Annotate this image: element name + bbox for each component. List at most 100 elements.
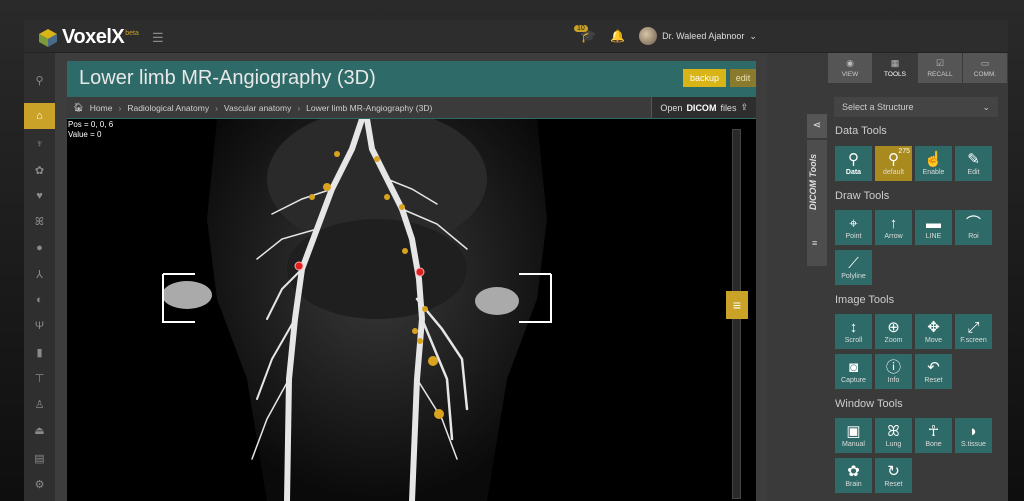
tab-view[interactable]: ◉ VIEW [828, 53, 872, 83]
stomach-icon[interactable]: ◐ [24, 287, 55, 313]
slice-scroll-handle[interactable]: ≡ [726, 291, 748, 319]
lung-window-button[interactable]: ꕤ Lung [875, 418, 912, 453]
manual-icon: ▣ [846, 423, 861, 440]
avatar [639, 27, 658, 45]
left-sidebar: ⚲ ⌂ ♆ ✿ ♥ ꕤ ● ⅄ ◐ Ψ ▮ ⊤ ♙ ⏏ ▤ ⚙ [24, 53, 55, 501]
dicom-bold: DICOM [686, 102, 717, 113]
tab-comm[interactable]: ▭ COMM. [963, 53, 1007, 83]
page-title: Lower limb MR-Angiography (3D) [79, 67, 376, 89]
dicom-tools-label: DICOM Tools [808, 153, 818, 210]
dicom-prefix: Open [660, 102, 683, 113]
uterus-icon[interactable]: Ψ [24, 313, 55, 339]
lung-icon[interactable]: ꕤ [24, 209, 55, 235]
roi-tool-button[interactable]: ⌒ Roi [955, 210, 992, 245]
zoom-tool-button[interactable]: ⊕ Zoom [875, 314, 912, 349]
fullscreen-tool-button[interactable]: ⤢ F.screen [955, 314, 992, 349]
top-bar: VoxelX beta ☰ 10 🎓 🔔 Dr. Waleed Ajabnoor … [24, 20, 1008, 53]
bone-window-button[interactable]: ☥ Bone [915, 418, 952, 453]
chevron-down-icon: ⌄ [982, 101, 990, 112]
breadcrumb-home[interactable]: Home [90, 103, 113, 113]
info-icon: ⓘ [885, 359, 901, 376]
eye-icon: ◉ [846, 58, 854, 68]
window-tools-title: Window Tools [835, 398, 903, 410]
line-tool-button[interactable]: ▬ LINE [915, 210, 952, 245]
breadcrumb-current: Lower limb MR-Angiography (3D) [306, 102, 433, 113]
draw-tools-title: Draw Tools [835, 190, 890, 202]
map-pin-icon: ⚲ [848, 151, 859, 168]
share-icon[interactable]: ⋖ [807, 114, 827, 138]
reset-image-tool-button[interactable]: ↶ Reset [915, 354, 952, 389]
info-tool-button[interactable]: ⓘ Info [875, 354, 912, 389]
dicom-suffix: files [720, 102, 737, 113]
enable-tool-button[interactable]: ☝ Enable [915, 146, 952, 181]
pos-text: Pos = 0, 0, 6 [68, 120, 114, 129]
breadcrumb-vascular[interactable]: Vascular anatomy [224, 103, 291, 113]
structure-select[interactable]: Select a Structure ⌄ [834, 97, 998, 117]
dicom-tools-toggle[interactable]: DICOM Tools ≡ [807, 140, 827, 266]
edit-tool-button[interactable]: ✎ Edit [955, 146, 992, 181]
move-tool-button[interactable]: ✥ Move [915, 314, 952, 349]
main-panel: Lower limb MR-Angiography (3D) backup ed… [55, 53, 767, 501]
brain-icon[interactable]: ✿ [24, 157, 55, 183]
data-tool-button[interactable]: ⚲ Data [835, 146, 872, 181]
user-menu[interactable]: Dr. Waleed Ajabnoor ⌄ [639, 27, 757, 45]
chevron-right-icon: › [297, 102, 301, 113]
pelvis-icon[interactable]: ⅄ [24, 261, 55, 287]
capture-tool-button[interactable]: ◙ Capture [835, 354, 872, 389]
point-tool-button[interactable]: ⌖ Point [835, 210, 872, 245]
brain-window-button[interactable]: ✿ Brain [835, 458, 872, 493]
cube-logo-icon [39, 28, 57, 47]
backup-button[interactable]: backup [683, 69, 726, 87]
polyline-tool-button[interactable]: ⟋ Polyline [835, 250, 872, 285]
image-tools-title: Image Tools [835, 294, 895, 306]
case-content: Lower limb MR-Angiography (3D) backup ed… [67, 61, 756, 501]
crosshair-icon: ⌖ [849, 215, 858, 232]
brain-icon: ✿ [847, 463, 860, 480]
default-tool-button[interactable]: 275 ⚲ default [875, 146, 912, 181]
refresh-icon: ↻ [887, 463, 900, 480]
move-icon: ✥ [927, 319, 940, 336]
liver-icon[interactable]: ● [24, 235, 55, 261]
graduation-cap-icon[interactable]: 10 🎓 [574, 25, 596, 44]
search-icon[interactable]: ⚲ [24, 67, 55, 93]
tab-recall[interactable]: ☑ RECALL [918, 53, 962, 83]
list-icon[interactable]: ▤ [24, 445, 55, 471]
bell-icon[interactable]: 🔔 [610, 29, 625, 43]
heart-icon[interactable]: ♥ [24, 183, 55, 209]
edit-button[interactable]: edit [730, 69, 756, 87]
structure-select-placeholder: Select a Structure [842, 102, 914, 112]
skeleton-icon: ☥ [927, 423, 940, 440]
scroll-tool-button[interactable]: ↕ Scroll [835, 314, 872, 349]
hand-icon[interactable]: ⏏ [24, 417, 55, 443]
expand-icon: ⤢ [967, 319, 980, 336]
breadcrumb: 🏠︎ Home › Radiological Anatomy › Vascula… [67, 97, 756, 118]
app-logo[interactable]: VoxelX beta [38, 26, 139, 49]
curve-icon: ⌒ [965, 215, 981, 232]
grid-icon: ▦ [890, 58, 900, 68]
polyline-icon: ⟋ [848, 255, 859, 272]
undo-icon: ↶ [927, 359, 940, 376]
logo-text: VoxelX [62, 26, 125, 48]
zoom-in-icon: ⊕ [887, 319, 900, 336]
settings-icon[interactable]: ⚙ [24, 471, 55, 497]
breadcrumb-radiological[interactable]: Radiological Anatomy [127, 103, 209, 113]
hamburger-menu-icon[interactable]: ☰ [152, 30, 164, 46]
open-dicom-button[interactable]: Open DICOM files ⇪ [651, 97, 756, 118]
tooth-icon[interactable]: ♆ [24, 131, 55, 157]
home-icon[interactable]: ⌂ [24, 103, 55, 129]
arrow-tool-button[interactable]: ↑ Arrow [875, 210, 912, 245]
mushroom-icon[interactable]: ⊤ [24, 365, 55, 391]
reset-window-button[interactable]: ↻ Reset [875, 458, 912, 493]
pencil-icon: ✎ [967, 151, 980, 168]
angiography-image [162, 119, 552, 501]
figure-icon[interactable]: ♙ [24, 391, 55, 417]
manual-window-button[interactable]: ▣ Manual [835, 418, 872, 453]
tab-tools[interactable]: ▦ TOOLS [873, 53, 917, 83]
value-text: Value = 0 [68, 130, 102, 139]
spine-icon[interactable]: ▮ [24, 339, 55, 365]
chevron-right-icon: › [118, 102, 122, 113]
soft-tissue-window-button[interactable]: ◗ S.tissue [955, 418, 992, 453]
logo-sub: beta [125, 30, 139, 37]
camera-icon: ◙ [848, 359, 859, 376]
dicom-viewer[interactable]: Pos = 0, 0, 6 Value = 0 ≡ [67, 119, 756, 501]
